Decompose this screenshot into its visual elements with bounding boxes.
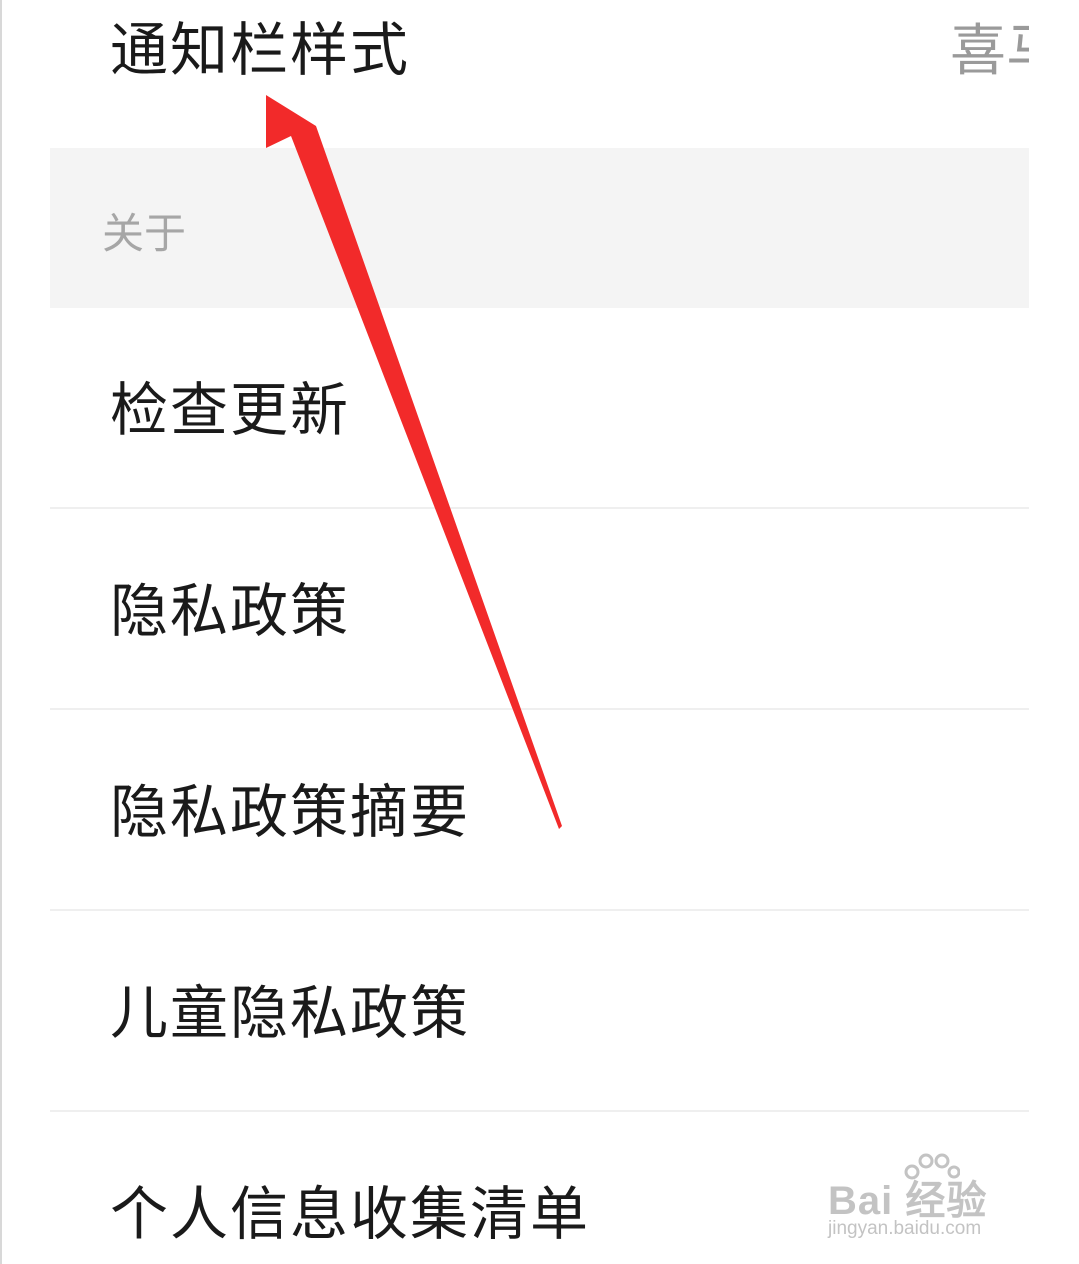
notification-style-label: 通知栏样式	[110, 16, 411, 84]
about-section-header: 关于	[50, 148, 1029, 308]
children-privacy-item[interactable]: 儿童隐私政策	[50, 911, 1029, 1112]
check-update-item[interactable]: 检查更新	[50, 308, 1029, 509]
privacy-policy-item[interactable]: 隐私政策	[50, 509, 1029, 710]
privacy-summary-item[interactable]: 隐私政策摘要	[50, 710, 1029, 911]
notification-style-row[interactable]: 通知栏样式 喜马	[50, 0, 1029, 148]
settings-page: 通知栏样式 喜马 关于 检查更新 隐私政策 隐私政策摘要 儿童隐私政策 个人信息…	[0, 0, 1079, 1264]
personal-info-list-label: 个人信息收集清单	[110, 1180, 591, 1248]
privacy-summary-label: 隐私政策摘要	[110, 778, 471, 846]
privacy-policy-label: 隐私政策	[110, 577, 351, 645]
personal-info-list-item[interactable]: 个人信息收集清单	[50, 1112, 1029, 1264]
left-edge-divider	[0, 0, 2, 1264]
about-section-title: 关于	[102, 209, 187, 258]
check-update-label: 检查更新	[110, 376, 351, 444]
children-privacy-label: 儿童隐私政策	[110, 979, 471, 1047]
notification-style-value: 喜马	[950, 20, 1029, 84]
